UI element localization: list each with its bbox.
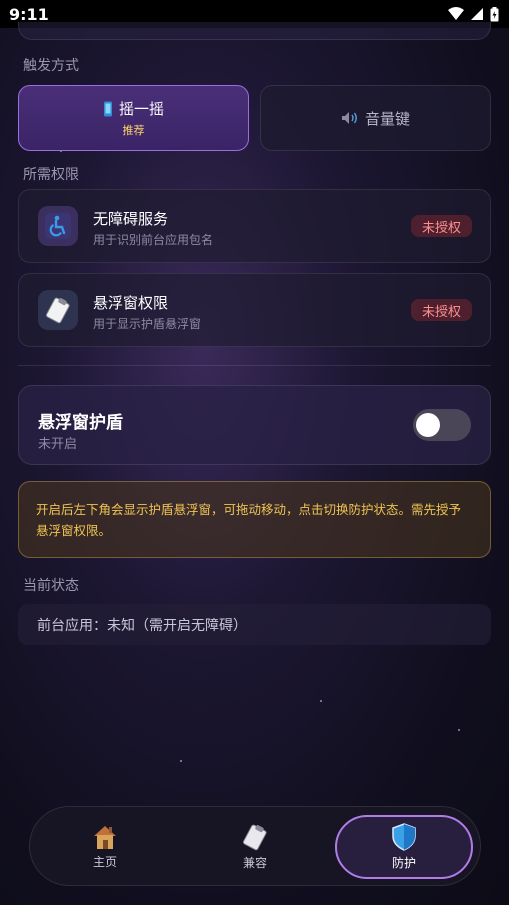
star-decoration [180, 760, 182, 762]
signal-icon [471, 8, 483, 20]
nav-tab-home[interactable]: 主页 [36, 815, 174, 879]
status-icons [448, 6, 499, 22]
trigger-shake-sublabel: 推荐 [122, 124, 145, 137]
permission-status-badge: 未授权 [410, 215, 472, 237]
house-icon [94, 826, 116, 849]
nav-label: 主页 [92, 855, 117, 869]
nav-label: 兼容 [242, 856, 267, 870]
star-decoration [458, 729, 460, 731]
nav-tab-protection[interactable]: 防护 [335, 815, 473, 879]
star-decoration [320, 700, 322, 702]
clipboard-icon [38, 290, 78, 330]
overlay-shield-toggle[interactable] [413, 409, 471, 441]
foreground-app-status: 前台应用：未知（需开启无障碍） [37, 617, 247, 634]
trigger-shake-label: 摇一摇 [118, 100, 164, 118]
permission-title: 无障碍服务 [93, 210, 169, 228]
trigger-volume-button[interactable]: 音量键 [260, 85, 491, 151]
status-time: 9:11 [9, 4, 49, 24]
wifi-icon [448, 7, 464, 20]
permission-description: 用于显示护盾悬浮窗 [93, 317, 202, 331]
overlay-shield-title: 悬浮窗护盾 [38, 413, 123, 433]
permission-status-badge: 未授权 [410, 299, 472, 321]
current-status-card: 前台应用：未知（需开启无障碍） [18, 604, 491, 645]
section-permissions-label: 所需权限 [23, 167, 79, 183]
battery-icon [490, 6, 499, 21]
trigger-shake-button[interactable]: 摇一摇 推荐 [18, 85, 249, 151]
previous-card-edge [18, 22, 491, 40]
trigger-volume-label: 音量键 [364, 109, 410, 128]
nav-label: 防护 [391, 856, 416, 870]
nav-tab-compat[interactable]: 兼容 [186, 815, 324, 879]
shield-icon [392, 823, 416, 851]
warning-notice: 开启后左下角会显示护盾悬浮窗，可拖动移动，点击切换防护状态。需先授予悬浮窗权限。 [18, 481, 491, 558]
overlay-shield-status: 未开启 [38, 437, 78, 452]
overlay-shield-card: 悬浮窗护盾 未开启 [18, 385, 491, 465]
speaker-icon [341, 112, 357, 124]
permission-card-overlay[interactable]: 悬浮窗权限 用于显示护盾悬浮窗 未授权 [18, 273, 491, 347]
toggle-knob [416, 413, 440, 437]
divider [18, 365, 491, 366]
section-trigger-label: 触发方式 [23, 58, 79, 74]
bottom-nav: 主页 兼容 防护 [29, 806, 481, 886]
phone-icon [103, 101, 112, 116]
accessibility-icon [38, 206, 78, 246]
permission-card-accessibility[interactable]: 无障碍服务 用于识别前台应用包名 未授权 [18, 189, 491, 263]
permission-description: 用于识别前台应用包名 [93, 233, 214, 247]
clipboard-icon [242, 824, 267, 851]
section-current-status-label: 当前状态 [23, 578, 79, 594]
permission-title: 悬浮窗权限 [93, 294, 169, 312]
